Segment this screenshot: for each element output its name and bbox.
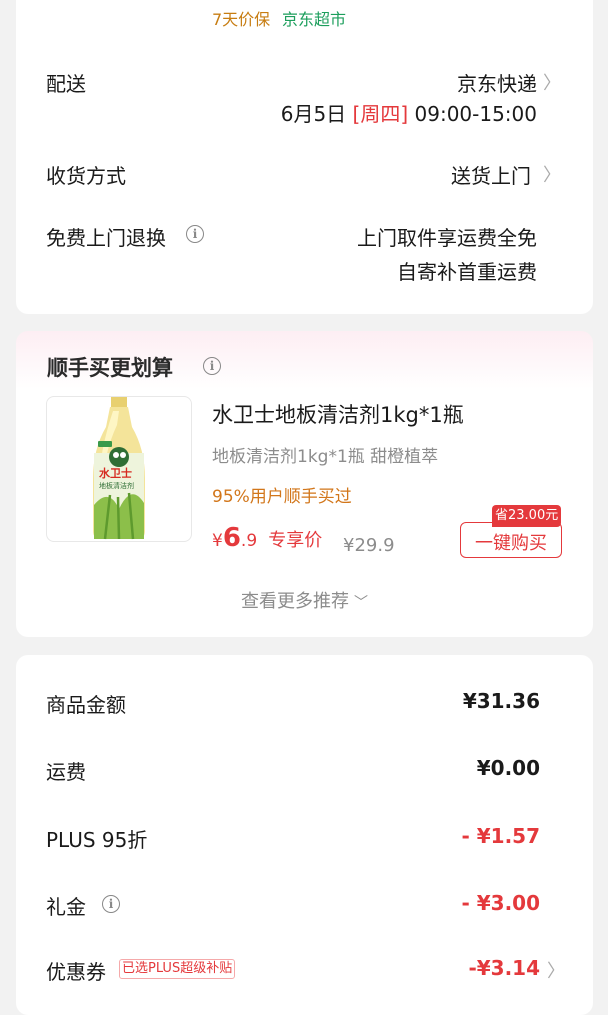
price-int: 6 (222, 523, 241, 553)
delivery-weekday: [周四] (352, 102, 409, 126)
summary-row-shipping: 运费 ¥0.00 (16, 756, 593, 786)
product-image[interactable]: 水卫士 地板清洁剂 (46, 396, 192, 542)
chevron-right-icon: 〉 (543, 165, 561, 186)
return-line2: 自寄补首重运费 (397, 260, 537, 284)
coupon-tag: 已选PLUS超级补贴 (119, 959, 236, 979)
summary-value: -¥3.14 (468, 956, 540, 980)
summary-value: - ¥3.00 (461, 891, 540, 915)
receive-value: 送货上门 (451, 164, 531, 188)
delivery-time-range: 09:00-15:00 (414, 102, 538, 126)
summary-label: 商品金额 (46, 693, 126, 717)
summary-label: 运费 (46, 760, 86, 784)
summary-value: - ¥1.57 (461, 824, 540, 848)
summary-label: 优惠券 (46, 960, 106, 984)
bottle-brand: 水卫士 (99, 467, 132, 480)
more-recommend-link[interactable]: 查看更多推荐 ﹀ (16, 587, 593, 613)
free-return-row: 免费上门退换 i 上门取件享运费全免 自寄补首重运费 (16, 222, 593, 302)
price-dec: .9 (240, 531, 258, 551)
delivery-row[interactable]: 配送 京东快递 〉 6月5日 [周四] 09:00-15:00 (16, 68, 593, 128)
info-icon[interactable]: i (203, 357, 221, 375)
summary-row-subtotal: 商品金额 ¥31.36 (16, 689, 593, 719)
product-name[interactable]: 水卫士地板清洁剂1kg*1瓶 (212, 399, 464, 429)
receive-label: 收货方式 (46, 164, 126, 188)
info-icon[interactable]: i (186, 225, 204, 243)
recommend-card: 顺手买更划算 i 水卫士 地板清洁剂 水卫士地板清洁剂1kg*1瓶 地板清洁剂1… (16, 331, 593, 637)
summary-row-gift-money[interactable]: 礼金 i - ¥3.00 (16, 891, 593, 921)
price-tag: 专享价 (268, 530, 323, 551)
info-icon[interactable]: i (102, 895, 120, 913)
chevron-right-icon: 〉 (547, 961, 565, 982)
product-price: ¥6.9 专享价 (212, 523, 322, 553)
summary-value: ¥0.00 (476, 756, 540, 780)
recommend-title: 顺手买更划算 (47, 356, 173, 380)
buy-button-label: 一键购买 (475, 533, 547, 554)
product-spec: 地板清洁剂1kg*1瓶 甜橙植萃 (212, 447, 439, 467)
store-tag: 京东超市 (282, 10, 347, 29)
original-price: ¥29.9 (343, 535, 395, 556)
chevron-right-icon: 〉 (543, 73, 561, 94)
receive-method-row[interactable]: 收货方式 送货上门 〉 (16, 160, 593, 192)
chevron-down-icon: ﹀ (354, 595, 369, 611)
price-protect-tag: 7天价保 (212, 10, 271, 29)
price-summary-card: 商品金额 ¥31.36 运费 ¥0.00 PLUS 95折 - ¥1.57 礼金… (16, 655, 593, 1015)
delivery-label: 配送 (46, 72, 86, 96)
delivery-carrier: 京东快递 (457, 72, 537, 96)
one-click-buy-button[interactable]: 一键购买 (460, 522, 562, 558)
summary-row-plus-discount: PLUS 95折 - ¥1.57 (16, 824, 593, 854)
delivery-card: 7天价保 京东超市 配送 京东快递 〉 6月5日 [周四] 09:00-15:0… (16, 0, 593, 314)
product-stat: 95%用户顺手买过 (212, 487, 352, 507)
more-recommend-label: 查看更多推荐 (240, 591, 349, 612)
price-currency: ¥ (212, 531, 223, 551)
delivery-date: 6月5日 (280, 102, 347, 126)
summary-label: PLUS 95折 (46, 828, 148, 852)
summary-label: 礼金 (46, 895, 86, 919)
delivery-time: 6月5日 [周四] 09:00-15:00 (281, 98, 537, 127)
return-label: 免费上门退换 (46, 226, 166, 250)
save-badge: 省23.00元 (492, 505, 562, 527)
bottle-desc: 地板清洁剂 (99, 482, 134, 490)
summary-row-coupon[interactable]: 优惠券 已选PLUS超级补贴 -¥3.14 〉 (16, 956, 593, 986)
return-line1: 上门取件享运费全免 (357, 226, 537, 250)
summary-value: ¥31.36 (462, 689, 540, 713)
